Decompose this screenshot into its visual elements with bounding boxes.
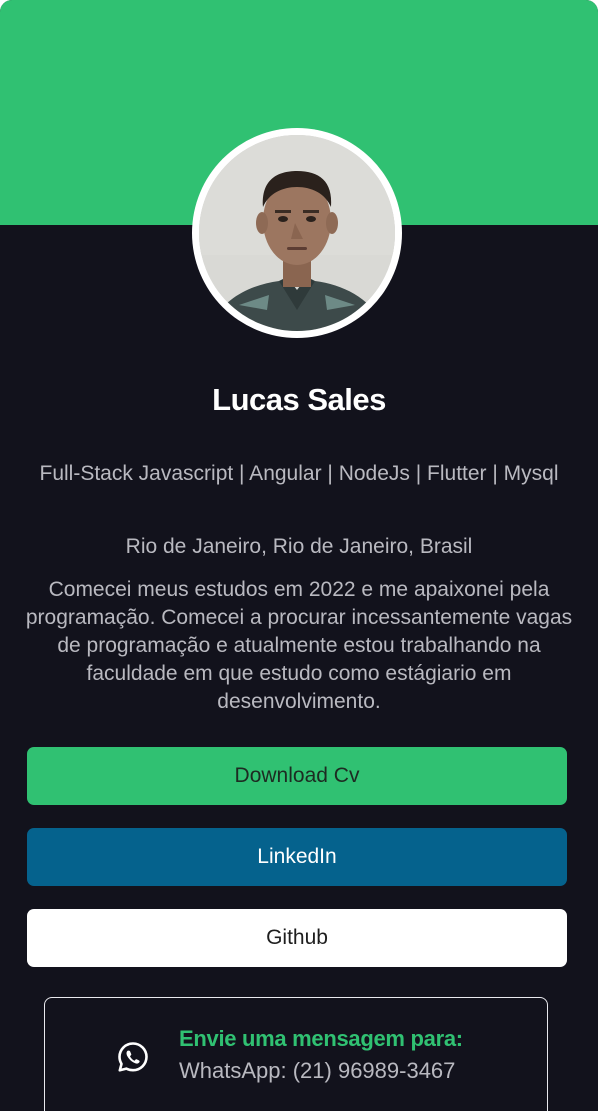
whatsapp-heading: Envie uma mensagem para: bbox=[179, 1026, 463, 1051]
whatsapp-icon bbox=[118, 1042, 148, 1072]
profile-location: Rio de Janeiro, Rio de Janeiro, Brasil bbox=[125, 535, 473, 558]
profile-card: Lucas Sales Full-Stack Javascript | Angu… bbox=[0, 0, 598, 1111]
avatar-ring bbox=[192, 128, 402, 338]
whatsapp-number: WhatsApp: (21) 96989-3467 bbox=[179, 1058, 456, 1083]
profile-name: Lucas Sales bbox=[212, 382, 386, 417]
profile-bio: Comecei meus estudos em 2022 e me apaixo… bbox=[25, 578, 573, 713]
profile-title: Full-Stack Javascript | Angular | NodeJs… bbox=[39, 462, 559, 485]
avatar-photo bbox=[199, 135, 395, 331]
github-button[interactable]: Github bbox=[27, 909, 567, 967]
whatsapp-contact[interactable]: Envie uma mensagem para: WhatsApp: (21) … bbox=[44, 997, 548, 1111]
avatar bbox=[199, 135, 395, 331]
download-cv-button[interactable]: Download Cv bbox=[27, 747, 567, 805]
linkedin-button[interactable]: LinkedIn bbox=[27, 828, 567, 886]
